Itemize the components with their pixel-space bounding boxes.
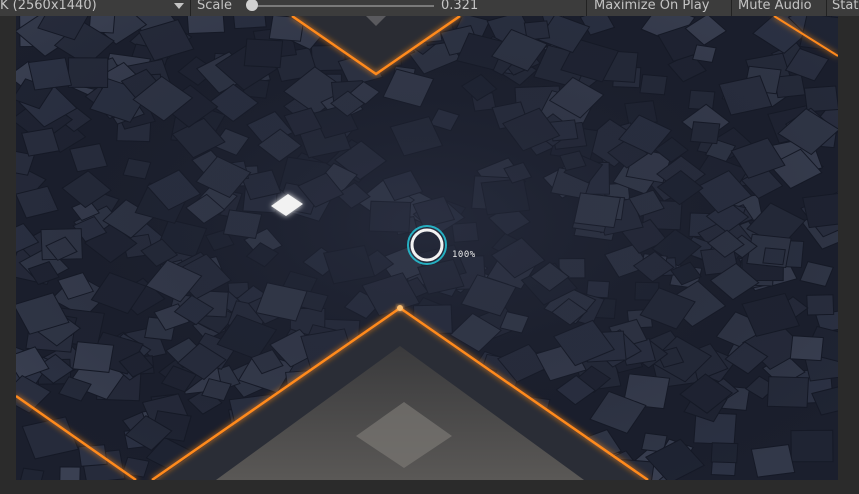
divider [731, 0, 732, 16]
maximize-on-play-button[interactable]: Maximize On Play [594, 0, 709, 14]
divider [586, 0, 587, 16]
resolution-dropdown[interactable]: K (2560x1440) [0, 0, 190, 14]
game-viewport[interactable]: 100% [16, 16, 838, 480]
pit-apex-light [397, 305, 403, 311]
scale-label: Scale [197, 0, 232, 13]
scale-value: 0.321 [441, 0, 479, 13]
mute-audio-button[interactable]: Mute Audio [738, 0, 812, 14]
right-border [838, 16, 859, 480]
chevron-down-icon [174, 3, 184, 9]
left-border [0, 16, 16, 480]
stats-button[interactable]: Stats [832, 0, 859, 14]
game-view-toolbar: K (2560x1440) Scale 0.321 Maximize On Pl… [0, 0, 859, 16]
scale-slider[interactable] [252, 5, 434, 7]
progress-percent-label: 100% [452, 250, 476, 260]
bottom-status-bar [0, 480, 859, 494]
resolution-label: K (2560x1440) [0, 0, 97, 13]
divider [190, 0, 191, 16]
scale-slider-handle[interactable] [246, 0, 258, 11]
game-scene [16, 16, 838, 480]
divider [826, 0, 827, 16]
